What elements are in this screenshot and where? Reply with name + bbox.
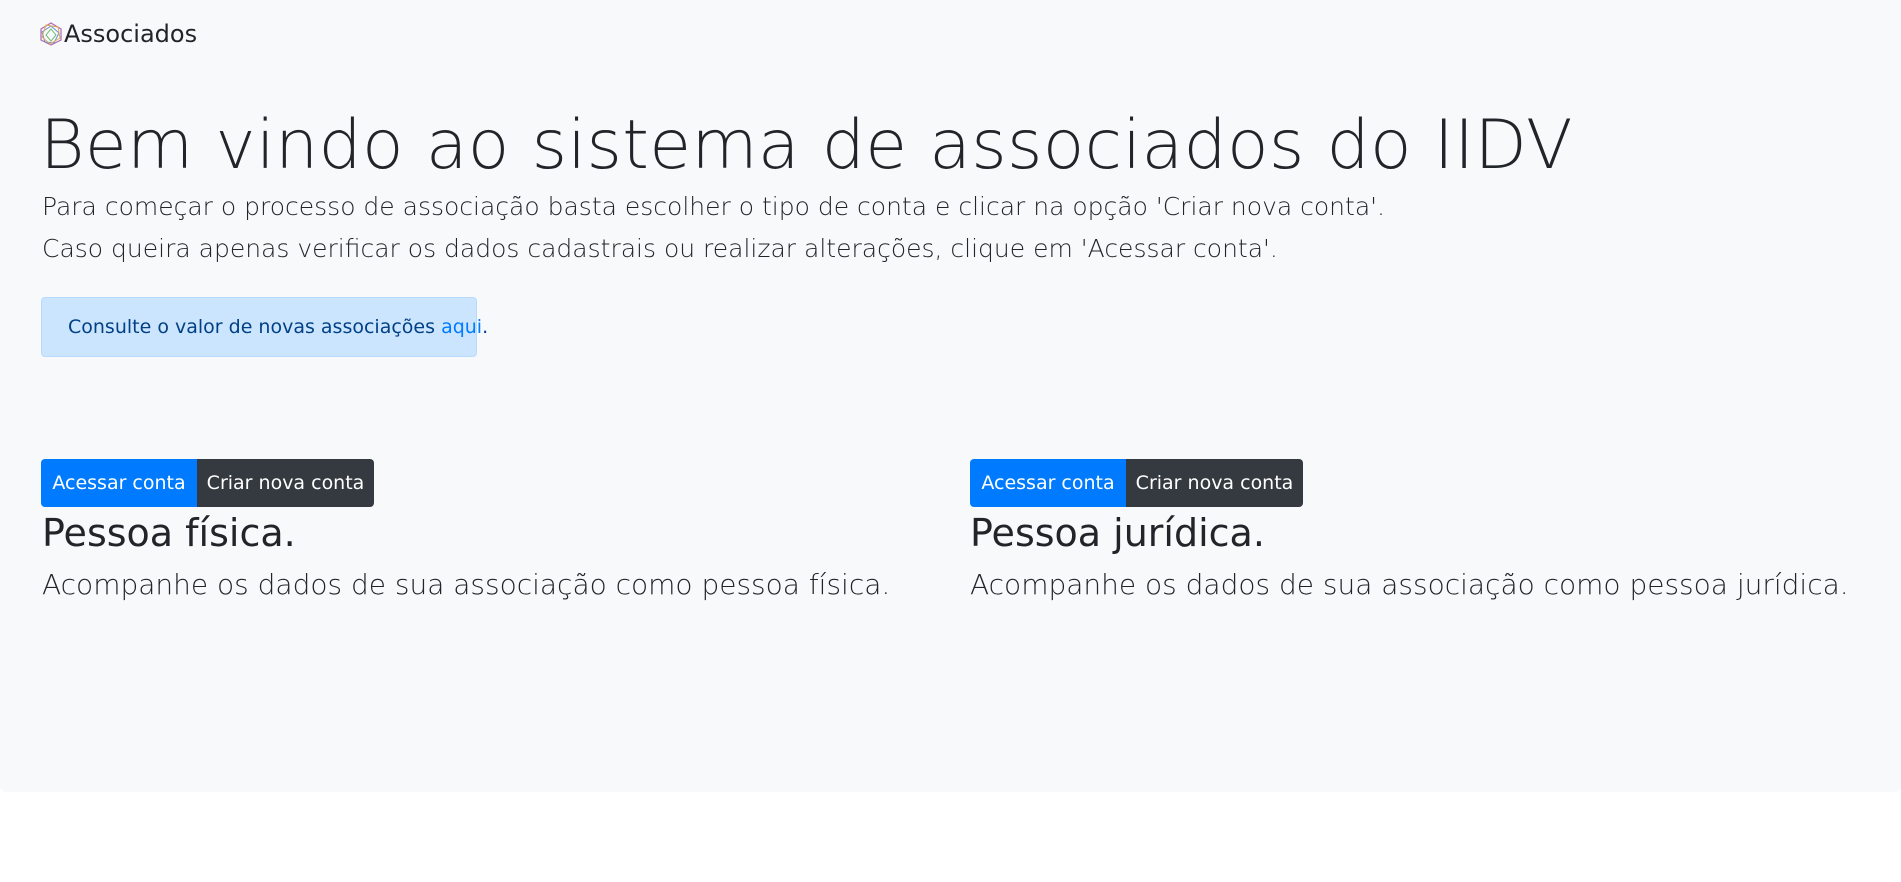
pricing-alert-suffix: . [482, 316, 489, 338]
individual-access-account-button[interactable]: Acessar conta [41, 459, 197, 507]
navbar: Associados [0, 0, 1901, 70]
company-access-account-button[interactable]: Acessar conta [970, 459, 1126, 507]
individual-create-account-button[interactable]: Criar nova conta [197, 459, 374, 507]
brand-text: Associados [64, 20, 198, 48]
individual-description: Acompanhe os dados de sua associação com… [42, 568, 891, 601]
pricing-link[interactable]: aqui [441, 316, 482, 338]
individual-account-button-group: Acessar conta Criar nova conta [41, 459, 374, 507]
individual-title: Pessoa física. [42, 511, 296, 555]
intro-text-access: Caso queira apenas verificar os dados ca… [42, 234, 1278, 263]
pricing-alert-text: Consulte o valor de novas associações [68, 316, 436, 338]
iidv-logo-icon [40, 22, 62, 46]
company-account-button-group: Acessar conta Criar nova conta [970, 459, 1303, 507]
company-description: Acompanhe os dados de sua associação com… [970, 568, 1849, 601]
pricing-alert: Consulte o valor de novas associações aq… [41, 297, 488, 357]
page-title: Bem vindo ao sistema de associados do II… [40, 106, 1573, 185]
intro-text-create: Para começar o processo de associação ba… [42, 192, 1385, 221]
company-create-account-button[interactable]: Criar nova conta [1126, 459, 1303, 507]
brand-link[interactable]: Associados [38, 21, 197, 47]
company-title: Pessoa jurídica. [970, 511, 1265, 555]
